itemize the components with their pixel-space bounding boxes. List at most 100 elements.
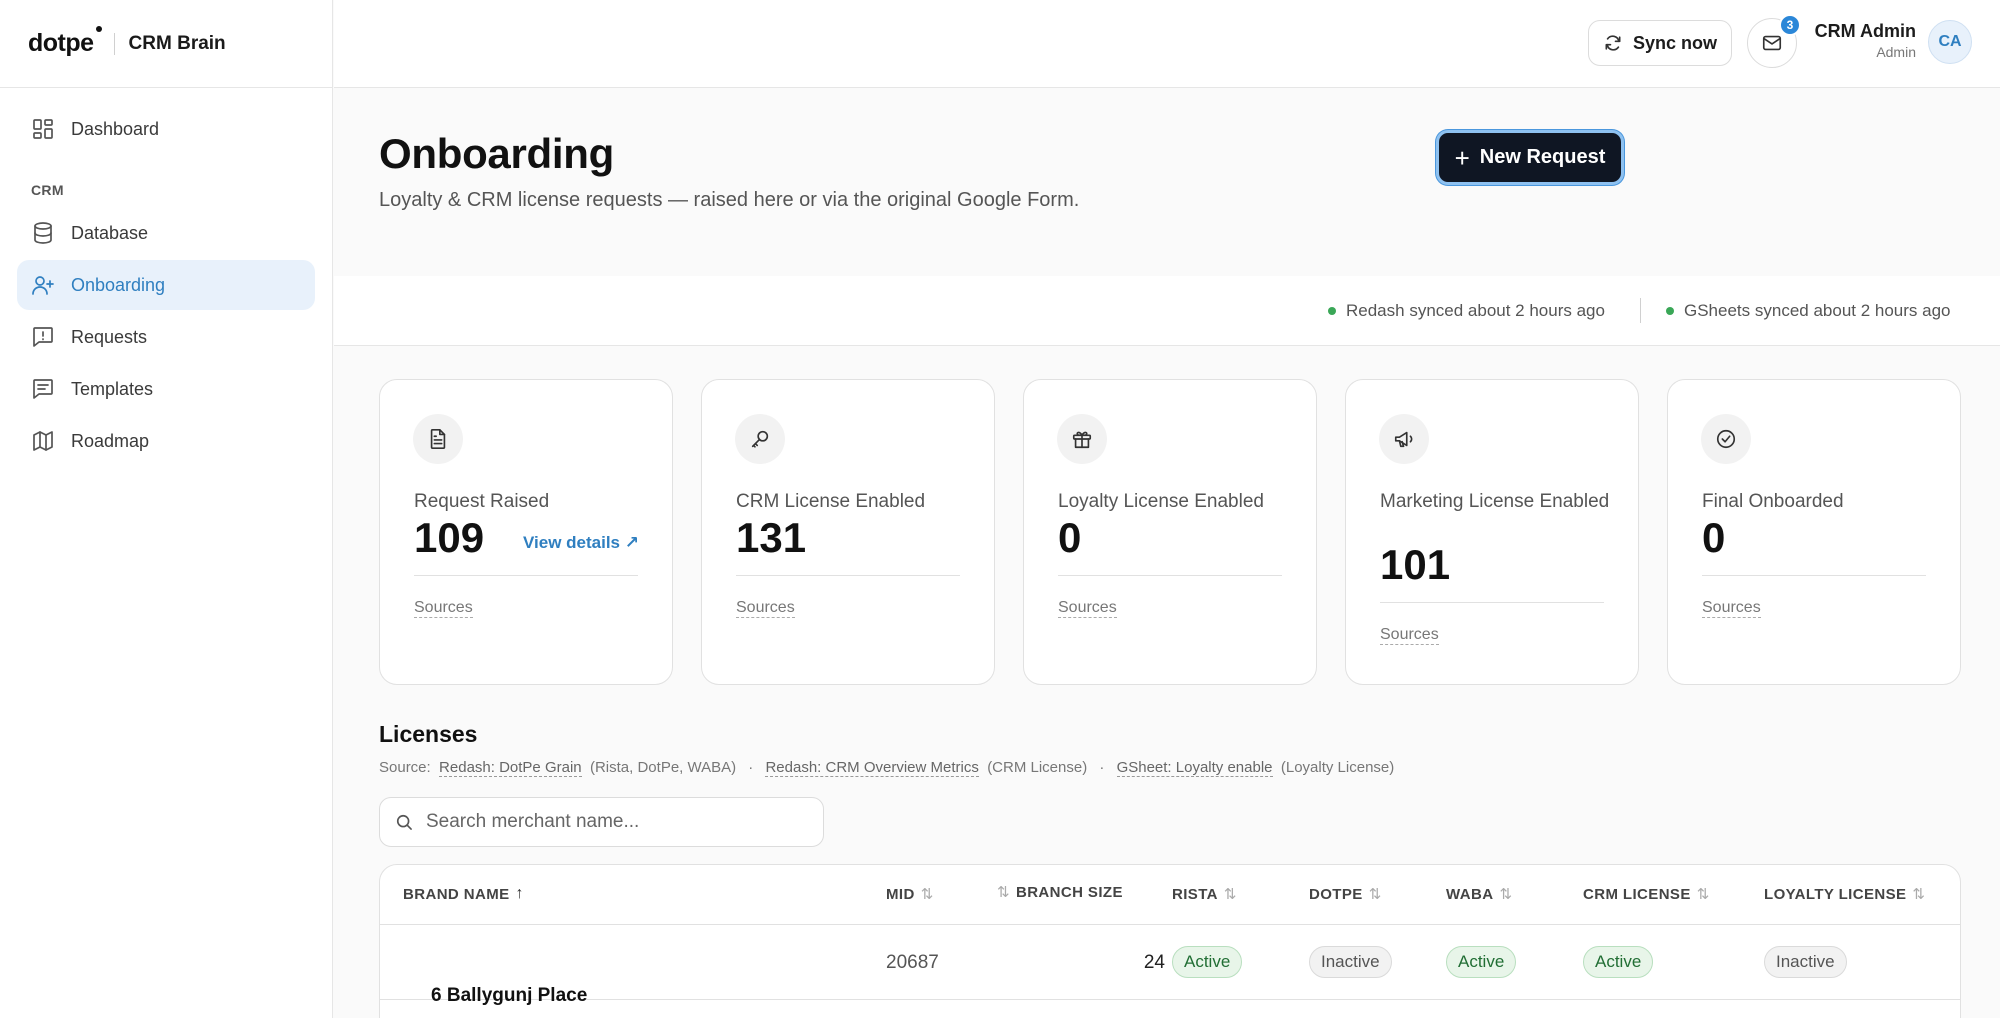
app-name: CRM Brain	[128, 32, 226, 54]
plus-icon: +	[1454, 142, 1470, 173]
card-label: Final Onboarded	[1702, 491, 1844, 512]
licenses-sources: Source: Redash: DotPe Grain (Rista, DotP…	[379, 759, 1395, 777]
dotpe-logo[interactable]: dotpe	[28, 26, 102, 58]
status-badge-crm-license: Active	[1583, 946, 1654, 978]
stat-card-request-raised: Request Raised 109 View details ↗ Source…	[379, 379, 673, 685]
document-icon	[413, 414, 463, 464]
card-sources-link[interactable]: Sources	[1058, 599, 1117, 618]
source-note: (CRM License)	[987, 759, 1088, 776]
sort-icon: ⇅	[997, 884, 1010, 901]
source-separator: ·	[748, 759, 754, 776]
source-link-gsheet-loyalty[interactable]: GSheet: Loyalty enable	[1116, 759, 1273, 777]
sort-ascending-icon: ↑	[515, 885, 524, 902]
sync-divider	[1640, 298, 1641, 323]
sidebar-item-roadmap[interactable]: Roadmap	[17, 416, 315, 466]
sidebar-item-label: Onboarding	[71, 274, 166, 295]
avatar[interactable]: CA	[1928, 20, 1972, 64]
column-header-brand-name[interactable]: BRAND NAME ↑	[403, 885, 524, 903]
status-dot-icon	[1328, 307, 1336, 315]
sidebar-item-templates[interactable]: Templates	[17, 364, 315, 414]
stat-card-crm-license: CRM License Enabled 131 Sources	[701, 379, 995, 685]
card-sources-link[interactable]: Sources	[1702, 599, 1761, 618]
merchant-search	[379, 797, 824, 847]
status-badge-waba: Active	[1446, 946, 1517, 978]
search-input[interactable]	[426, 811, 796, 833]
column-header-dotpe[interactable]: DOTPE ⇅	[1309, 885, 1382, 904]
sidebar-item-label: Templates	[71, 378, 154, 399]
card-divider	[1058, 575, 1282, 576]
column-header-crm-license[interactable]: CRM LICENSE ⇅	[1583, 885, 1710, 904]
licenses-table: BRAND NAME ↑ MID ⇅ ⇅ BRANCH SIZE RISTA ⇅ DOT…	[379, 864, 1961, 1018]
column-header-rista[interactable]: RISTA ⇅	[1172, 885, 1237, 904]
sidebar-item-dashboard[interactable]: Dashboard	[17, 104, 315, 154]
table-row[interactable]: 6 Ballygunj Place 20687 24 Active Inacti…	[380, 926, 1960, 1006]
card-divider	[736, 575, 960, 576]
stat-card-final-onboarded: Final Onboarded 0 Sources	[1667, 379, 1961, 685]
gsheets-sync-text: GSheets synced about 2 hours ago	[1684, 301, 1951, 320]
search-icon	[396, 814, 412, 830]
card-divider	[1702, 575, 1926, 576]
source-note: (Loyalty License)	[1280, 759, 1395, 776]
source-link-redash-grain[interactable]: Redash: DotPe Grain	[439, 759, 582, 777]
database-icon	[34, 222, 52, 244]
card-divider	[1380, 602, 1604, 603]
source-separator: ·	[1099, 759, 1105, 776]
card-sources-link[interactable]: Sources	[1380, 626, 1439, 645]
sidebar-item-label: Database	[71, 222, 149, 243]
status-dot-icon	[1666, 307, 1674, 315]
alert-message-icon	[33, 327, 53, 347]
sidebar-item-onboarding[interactable]: Onboarding	[17, 260, 315, 310]
new-request-button[interactable]: + New Request	[1436, 130, 1624, 185]
card-divider	[414, 575, 638, 576]
column-header-branch-size[interactable]: ⇅ BRANCH SIZE	[997, 883, 1123, 902]
sync-now-button[interactable]: Sync now	[1588, 20, 1732, 66]
redash-sync-text: Redash synced about 2 hours ago	[1346, 301, 1605, 320]
sort-icon: ⇅	[1223, 886, 1237, 903]
status-badge-dotpe: Inactive	[1309, 946, 1392, 978]
notification-count-badge: 3	[1779, 14, 1801, 36]
sidebar-item-database[interactable]: Database	[17, 208, 315, 258]
user-role: Admin	[1876, 44, 1916, 60]
mail-icon	[1762, 35, 1782, 51]
sync-now-label: Sync now	[1632, 32, 1717, 53]
dashboard-icon	[33, 119, 53, 139]
cell-mid: 20687	[886, 952, 939, 973]
brand-header: dotpe CRM Brain	[0, 0, 332, 88]
redash-sync-status: Redash synced about 2 hours ago	[1328, 301, 1605, 321]
column-header-mid[interactable]: MID ⇅	[886, 885, 934, 904]
card-value: 0	[1702, 514, 1726, 561]
column-header-loyalty-license[interactable]: LOYALTY LICENSE ⇅	[1764, 885, 1926, 904]
megaphone-icon	[1379, 414, 1429, 464]
card-label: Marketing License Enabled	[1380, 491, 1610, 512]
table-row-partial	[380, 1001, 1960, 1018]
sidebar-item-label: Roadmap	[71, 430, 150, 451]
card-sources-link[interactable]: Sources	[414, 599, 473, 618]
sidebar: dotpe CRM Brain Dashboard CRM Database O…	[0, 0, 333, 1018]
status-badge-rista: Active	[1172, 946, 1243, 978]
source-link-redash-crm[interactable]: Redash: CRM Overview Metrics	[765, 759, 979, 777]
sidebar-section-crm: CRM	[31, 182, 64, 198]
sort-icon: ⇅	[1696, 886, 1710, 903]
status-badge-loyalty-license: Inactive	[1764, 946, 1847, 978]
cell-branch-size: 24	[1143, 952, 1165, 973]
page-subtitle: Loyalty & CRM license requests — raised …	[379, 189, 1080, 211]
view-details-link[interactable]: View details ↗	[523, 533, 639, 553]
stat-card-marketing-license: Marketing License Enabled 101 Sources	[1345, 379, 1639, 685]
sidebar-item-label: Dashboard	[71, 118, 160, 139]
message-lines-icon	[33, 379, 53, 399]
page-title: Onboarding	[379, 130, 614, 177]
card-sources-link[interactable]: Sources	[736, 599, 795, 618]
card-label: Request Raised	[414, 491, 550, 512]
card-value: 109	[414, 514, 485, 561]
column-header-waba[interactable]: WABA ⇅	[1446, 885, 1512, 904]
licenses-title: Licenses	[379, 721, 478, 747]
gsheets-sync-status: GSheets synced about 2 hours ago	[1666, 301, 1951, 321]
map-icon	[33, 431, 53, 451]
sidebar-item-label: Requests	[71, 326, 148, 347]
new-request-label: New Request	[1479, 146, 1606, 168]
stat-card-loyalty-license: Loyalty License Enabled 0 Sources	[1023, 379, 1317, 685]
sidebar-item-requests[interactable]: Requests	[17, 312, 315, 362]
check-circle-icon	[1701, 414, 1751, 464]
sidebar-nav: Dashboard CRM Database Onboarding Reques…	[0, 88, 332, 484]
sort-icon: ⇅	[1912, 886, 1926, 903]
